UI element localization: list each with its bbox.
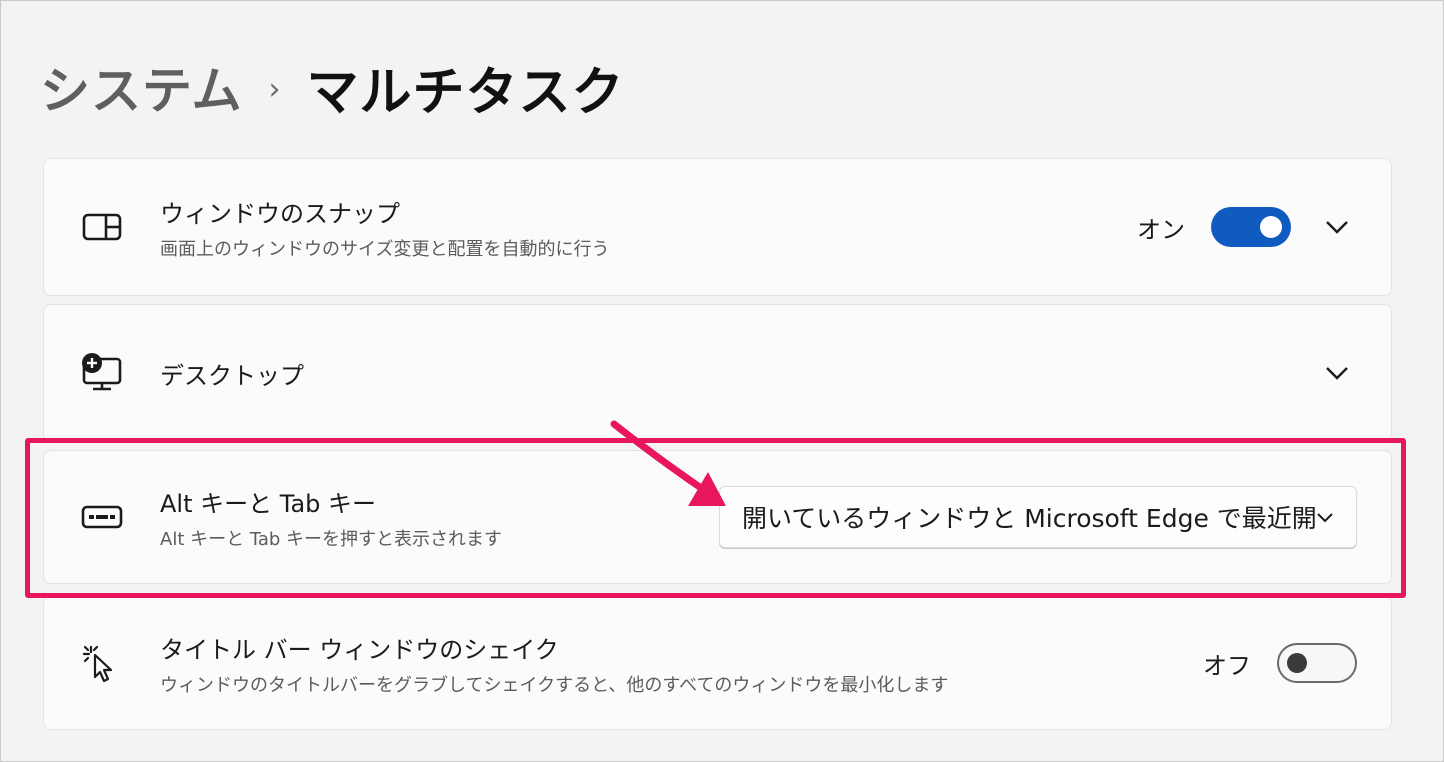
setting-title: ウィンドウのスナップ	[160, 199, 400, 228]
breadcrumb-system[interactable]: システム	[40, 51, 243, 123]
pointer-arrow-icon	[610, 420, 726, 506]
page-title: マルチタスク	[306, 62, 625, 123]
setting-description: 画面上のウィンドウのサイズ変更と配置を自動的に行う	[160, 238, 610, 260]
setting-title-bar-shake: タイトル バー ウィンドウのシェイク ウィンドウのタイトルバーをグラブしてシェイ…	[43, 596, 1392, 730]
toggle-state-label: オン	[1137, 215, 1185, 244]
snap-toggle[interactable]	[1211, 207, 1291, 247]
setting-description: ウィンドウのタイトルバーをグラブしてシェイクすると、他のすべてのウィンドウを最小…	[160, 674, 949, 696]
toggle-knob	[1287, 653, 1307, 673]
setting-snap-windows[interactable]: ウィンドウのスナップ 画面上のウィンドウのサイズ変更と配置を自動的に行う オン	[43, 158, 1392, 296]
chevron-down-icon[interactable]	[1317, 207, 1357, 247]
shake-toggle[interactable]	[1277, 643, 1357, 683]
breadcrumb: システム › マルチタスク	[40, 51, 625, 123]
breadcrumb-separator-icon: ›	[268, 71, 281, 107]
cursor-shake-icon	[80, 641, 124, 685]
chevron-down-icon[interactable]	[1317, 353, 1357, 393]
toggle-knob	[1260, 216, 1282, 238]
setting-title: デスクトップ	[160, 361, 304, 390]
desktop-add-icon	[80, 351, 124, 395]
snap-window-icon	[80, 205, 124, 249]
toggle-state-label: オフ	[1203, 651, 1251, 680]
setting-title: タイトル バー ウィンドウのシェイク	[160, 635, 559, 664]
